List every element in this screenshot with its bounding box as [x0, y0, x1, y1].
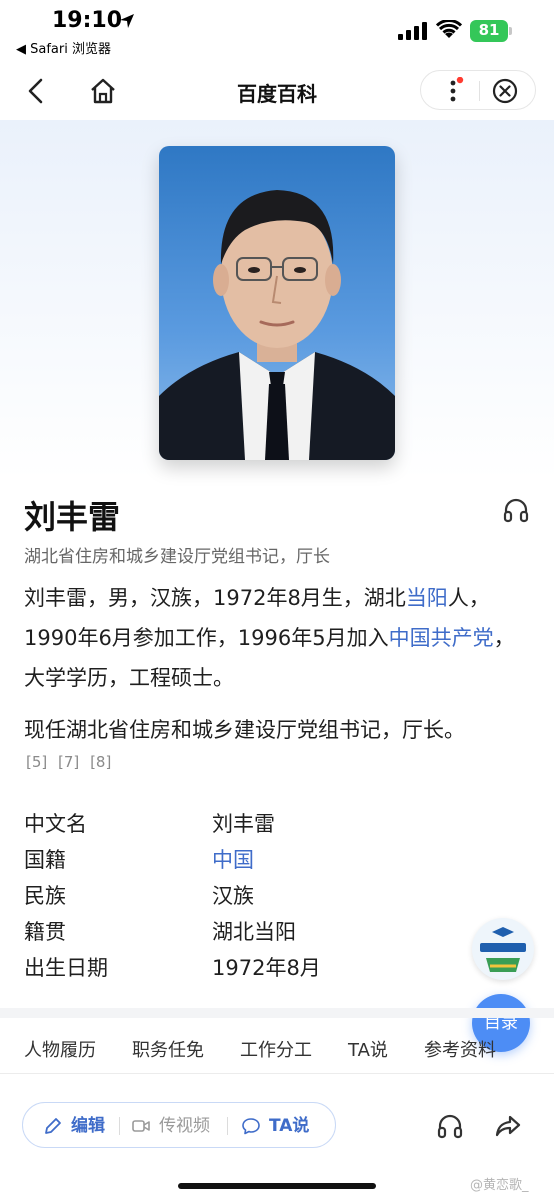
- status-time: 19:10: [52, 8, 123, 33]
- person-portrait-image[interactable]: [159, 146, 395, 460]
- mini-program-capsule: [420, 70, 536, 110]
- chat-bubble-icon: [242, 1118, 260, 1135]
- info-label: 中文名: [24, 812, 87, 836]
- info-label: 出生日期: [24, 956, 108, 980]
- battery-indicator: 81: [470, 20, 512, 42]
- nav-bar: 百度百科: [0, 62, 554, 120]
- home-indicator[interactable]: [178, 1183, 376, 1189]
- edit-label: 编辑: [71, 1116, 105, 1136]
- info-row: 出生日期 1972年8月: [24, 948, 464, 984]
- info-label: 籍贯: [24, 920, 66, 944]
- status-bar: 19:10 ◀ Safari 浏览器 81: [0, 0, 554, 62]
- bottom-toolbar: 编辑 传视频 TA说: [0, 1092, 554, 1162]
- section-separator: [0, 1008, 554, 1018]
- close-icon[interactable]: [491, 77, 519, 105]
- tab-appointments[interactable]: 职务任免: [132, 1036, 204, 1062]
- watermark: @黄恋歌_: [470, 1178, 529, 1193]
- hero-banner: [0, 120, 554, 480]
- location-arrow-icon: [120, 14, 134, 28]
- section-tabs: 人物履历 职务任免 工作分工 TA说 参考资料: [0, 1018, 554, 1074]
- back-to-safari-link[interactable]: ◀ Safari 浏览器: [16, 38, 111, 57]
- listen-headphones-icon[interactable]: [436, 1112, 464, 1140]
- basic-info-table: 中文名 刘丰雷 国籍 中国 民族 汉族 籍贯 湖北当阳 出生日期 1972年8月: [24, 804, 464, 984]
- info-row: 国籍 中国: [24, 840, 464, 876]
- floating-media-badge[interactable]: [472, 918, 534, 980]
- more-options-icon[interactable]: [441, 77, 465, 105]
- video-camera-icon: [132, 1120, 150, 1132]
- summary-text-1: 刘丰雷，男，汉族，1972年8月生，湖北: [24, 586, 406, 610]
- badge-logo-icon: [480, 927, 526, 972]
- person-name: 刘丰雷: [24, 498, 121, 536]
- reference-links: [5] [7] [8]: [26, 753, 117, 771]
- ta-say-label: TA说: [269, 1116, 310, 1136]
- pencil-icon: [45, 1118, 61, 1134]
- cellular-signal-icon: [398, 22, 427, 40]
- info-value-link[interactable]: 中国: [212, 844, 254, 874]
- battery-percent: 81: [478, 21, 500, 39]
- link-cpc[interactable]: 中国共产党: [389, 626, 494, 650]
- wifi-icon: [436, 20, 462, 38]
- reference-link[interactable]: [7]: [58, 753, 79, 771]
- headphones-icon[interactable]: [502, 496, 530, 524]
- tab-duties[interactable]: 工作分工: [240, 1036, 312, 1062]
- info-label: 国籍: [24, 848, 66, 872]
- info-row: 籍贯 湖北当阳: [24, 912, 464, 948]
- action-pill: 编辑 传视频 TA说: [22, 1102, 336, 1148]
- share-icon[interactable]: [494, 1112, 522, 1140]
- info-value: 汉族: [212, 884, 254, 908]
- tab-career[interactable]: 人物履历: [24, 1036, 96, 1062]
- tab-ta-say[interactable]: TA说: [348, 1036, 388, 1062]
- info-value: 湖北当阳: [212, 920, 296, 944]
- summary-paragraph: 刘丰雷，男，汉族，1972年8月生，湖北当阳人，1990年6月参加工作，1996…: [24, 578, 534, 698]
- upload-video-button[interactable]: 传视频: [131, 1103, 231, 1149]
- current-position-text: 现任湖北省住房和城乡建设厅党组书记，厅长。: [24, 718, 465, 742]
- ta-say-button[interactable]: TA说: [241, 1103, 331, 1149]
- info-row: 民族 汉族: [24, 876, 464, 912]
- info-label: 民族: [24, 884, 66, 908]
- tab-references[interactable]: 参考资料: [424, 1036, 496, 1062]
- info-value: 1972年8月: [212, 956, 321, 980]
- link-dangyang[interactable]: 当阳: [406, 586, 448, 610]
- info-value: 刘丰雷: [212, 812, 275, 836]
- reference-link[interactable]: [5]: [26, 753, 47, 771]
- info-row: 中文名 刘丰雷: [24, 804, 464, 840]
- reference-link[interactable]: [8]: [90, 753, 111, 771]
- person-subtitle: 湖北省住房和城乡建设厅党组书记，厅长: [24, 547, 330, 567]
- upload-video-label: 传视频: [159, 1116, 210, 1136]
